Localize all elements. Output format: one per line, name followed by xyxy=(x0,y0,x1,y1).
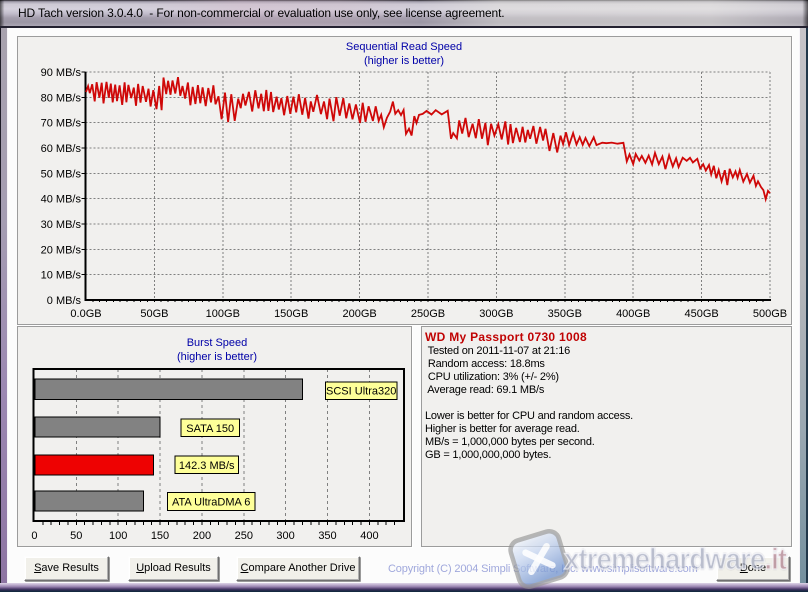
svg-text:200GB: 200GB xyxy=(342,308,376,320)
svg-text:350GB: 350GB xyxy=(548,308,582,320)
svg-text:150: 150 xyxy=(151,530,169,542)
svg-text:Burst Speed: Burst Speed xyxy=(187,337,248,349)
svg-text:350: 350 xyxy=(318,530,336,542)
svg-text:300: 300 xyxy=(276,530,294,542)
svg-text:250GB: 250GB xyxy=(411,308,445,320)
svg-text:100GB: 100GB xyxy=(206,308,240,320)
svg-text:400: 400 xyxy=(360,530,378,542)
svg-text:0 MB/s: 0 MB/s xyxy=(47,295,82,307)
svg-text:30 MB/s: 30 MB/s xyxy=(41,219,82,231)
svg-text:40 MB/s: 40 MB/s xyxy=(41,194,82,206)
svg-text:250: 250 xyxy=(235,530,253,542)
svg-text:0.0GB: 0.0GB xyxy=(70,308,101,320)
svg-text:SATA 150: SATA 150 xyxy=(186,423,234,435)
svg-text:500GB: 500GB xyxy=(753,308,787,320)
svg-text:142.3 MB/s: 142.3 MB/s xyxy=(179,460,235,472)
svg-text:(higher is better): (higher is better) xyxy=(177,351,257,363)
svg-text:100: 100 xyxy=(109,530,127,542)
svg-text:(higher is better): (higher is better) xyxy=(364,55,444,67)
svg-text:50GB: 50GB xyxy=(140,308,168,320)
svg-text:ATA UltraDMA 6: ATA UltraDMA 6 xyxy=(172,496,250,508)
svg-text:300GB: 300GB xyxy=(479,308,513,320)
svg-text:60 MB/s: 60 MB/s xyxy=(41,143,82,155)
svg-text:0: 0 xyxy=(31,530,37,542)
svg-text:50 MB/s: 50 MB/s xyxy=(41,168,82,180)
svg-text:10 MB/s: 10 MB/s xyxy=(41,270,82,282)
svg-text:90 MB/s: 90 MB/s xyxy=(41,67,82,79)
svg-text:80 MB/s: 80 MB/s xyxy=(41,92,82,104)
svg-text:50: 50 xyxy=(70,530,82,542)
svg-text:70 MB/s: 70 MB/s xyxy=(41,118,82,130)
svg-text:Sequential Read Speed: Sequential Read Speed xyxy=(346,41,462,53)
svg-text:200: 200 xyxy=(193,530,211,542)
svg-text:20 MB/s: 20 MB/s xyxy=(41,244,82,256)
svg-text:450GB: 450GB xyxy=(684,308,718,320)
svg-text:SCSI Ultra320: SCSI Ultra320 xyxy=(326,386,396,398)
svg-text:400GB: 400GB xyxy=(616,308,650,320)
svg-text:150GB: 150GB xyxy=(274,308,308,320)
